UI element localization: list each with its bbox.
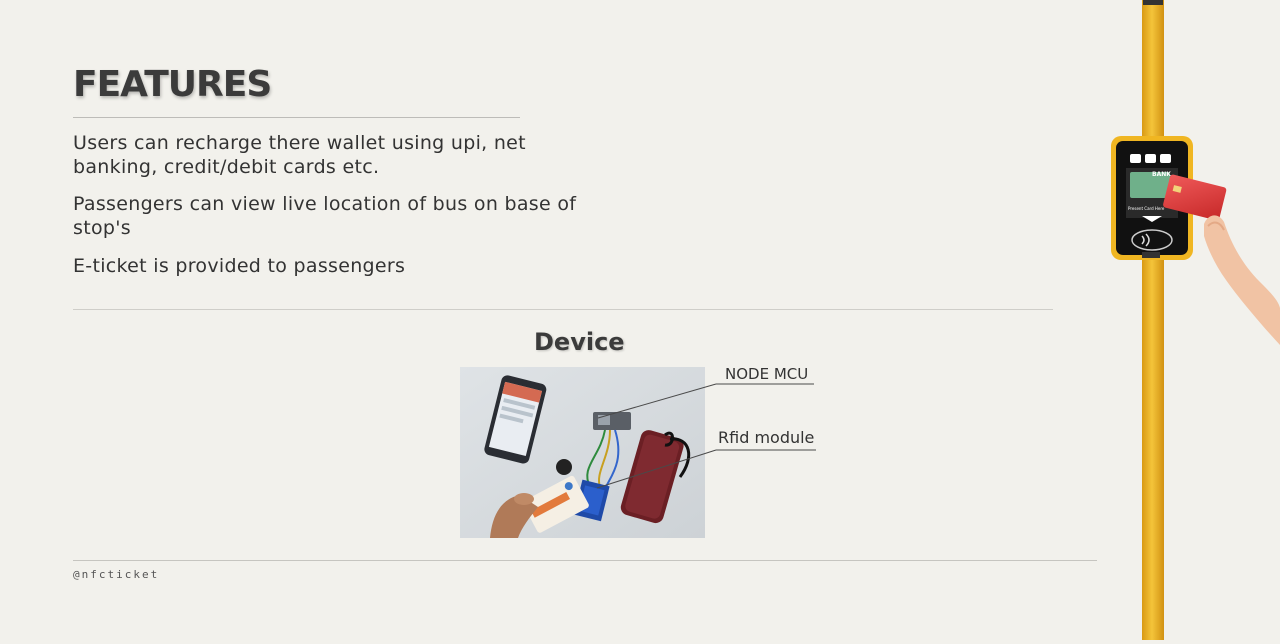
callout-lines [596,383,816,489]
reader-bank-label: BANK [1152,171,1171,178]
callout-rfid-module: Rfid module [718,428,815,447]
card-reader-illustration: BANK Present Card Here [1090,0,1280,640]
reader-prompt: Present Card Here [1128,206,1165,211]
callout-node-mcu: NODE MCU [725,365,809,383]
footer-divider [73,560,1097,561]
footer-handle: @nfcticket [73,568,160,581]
